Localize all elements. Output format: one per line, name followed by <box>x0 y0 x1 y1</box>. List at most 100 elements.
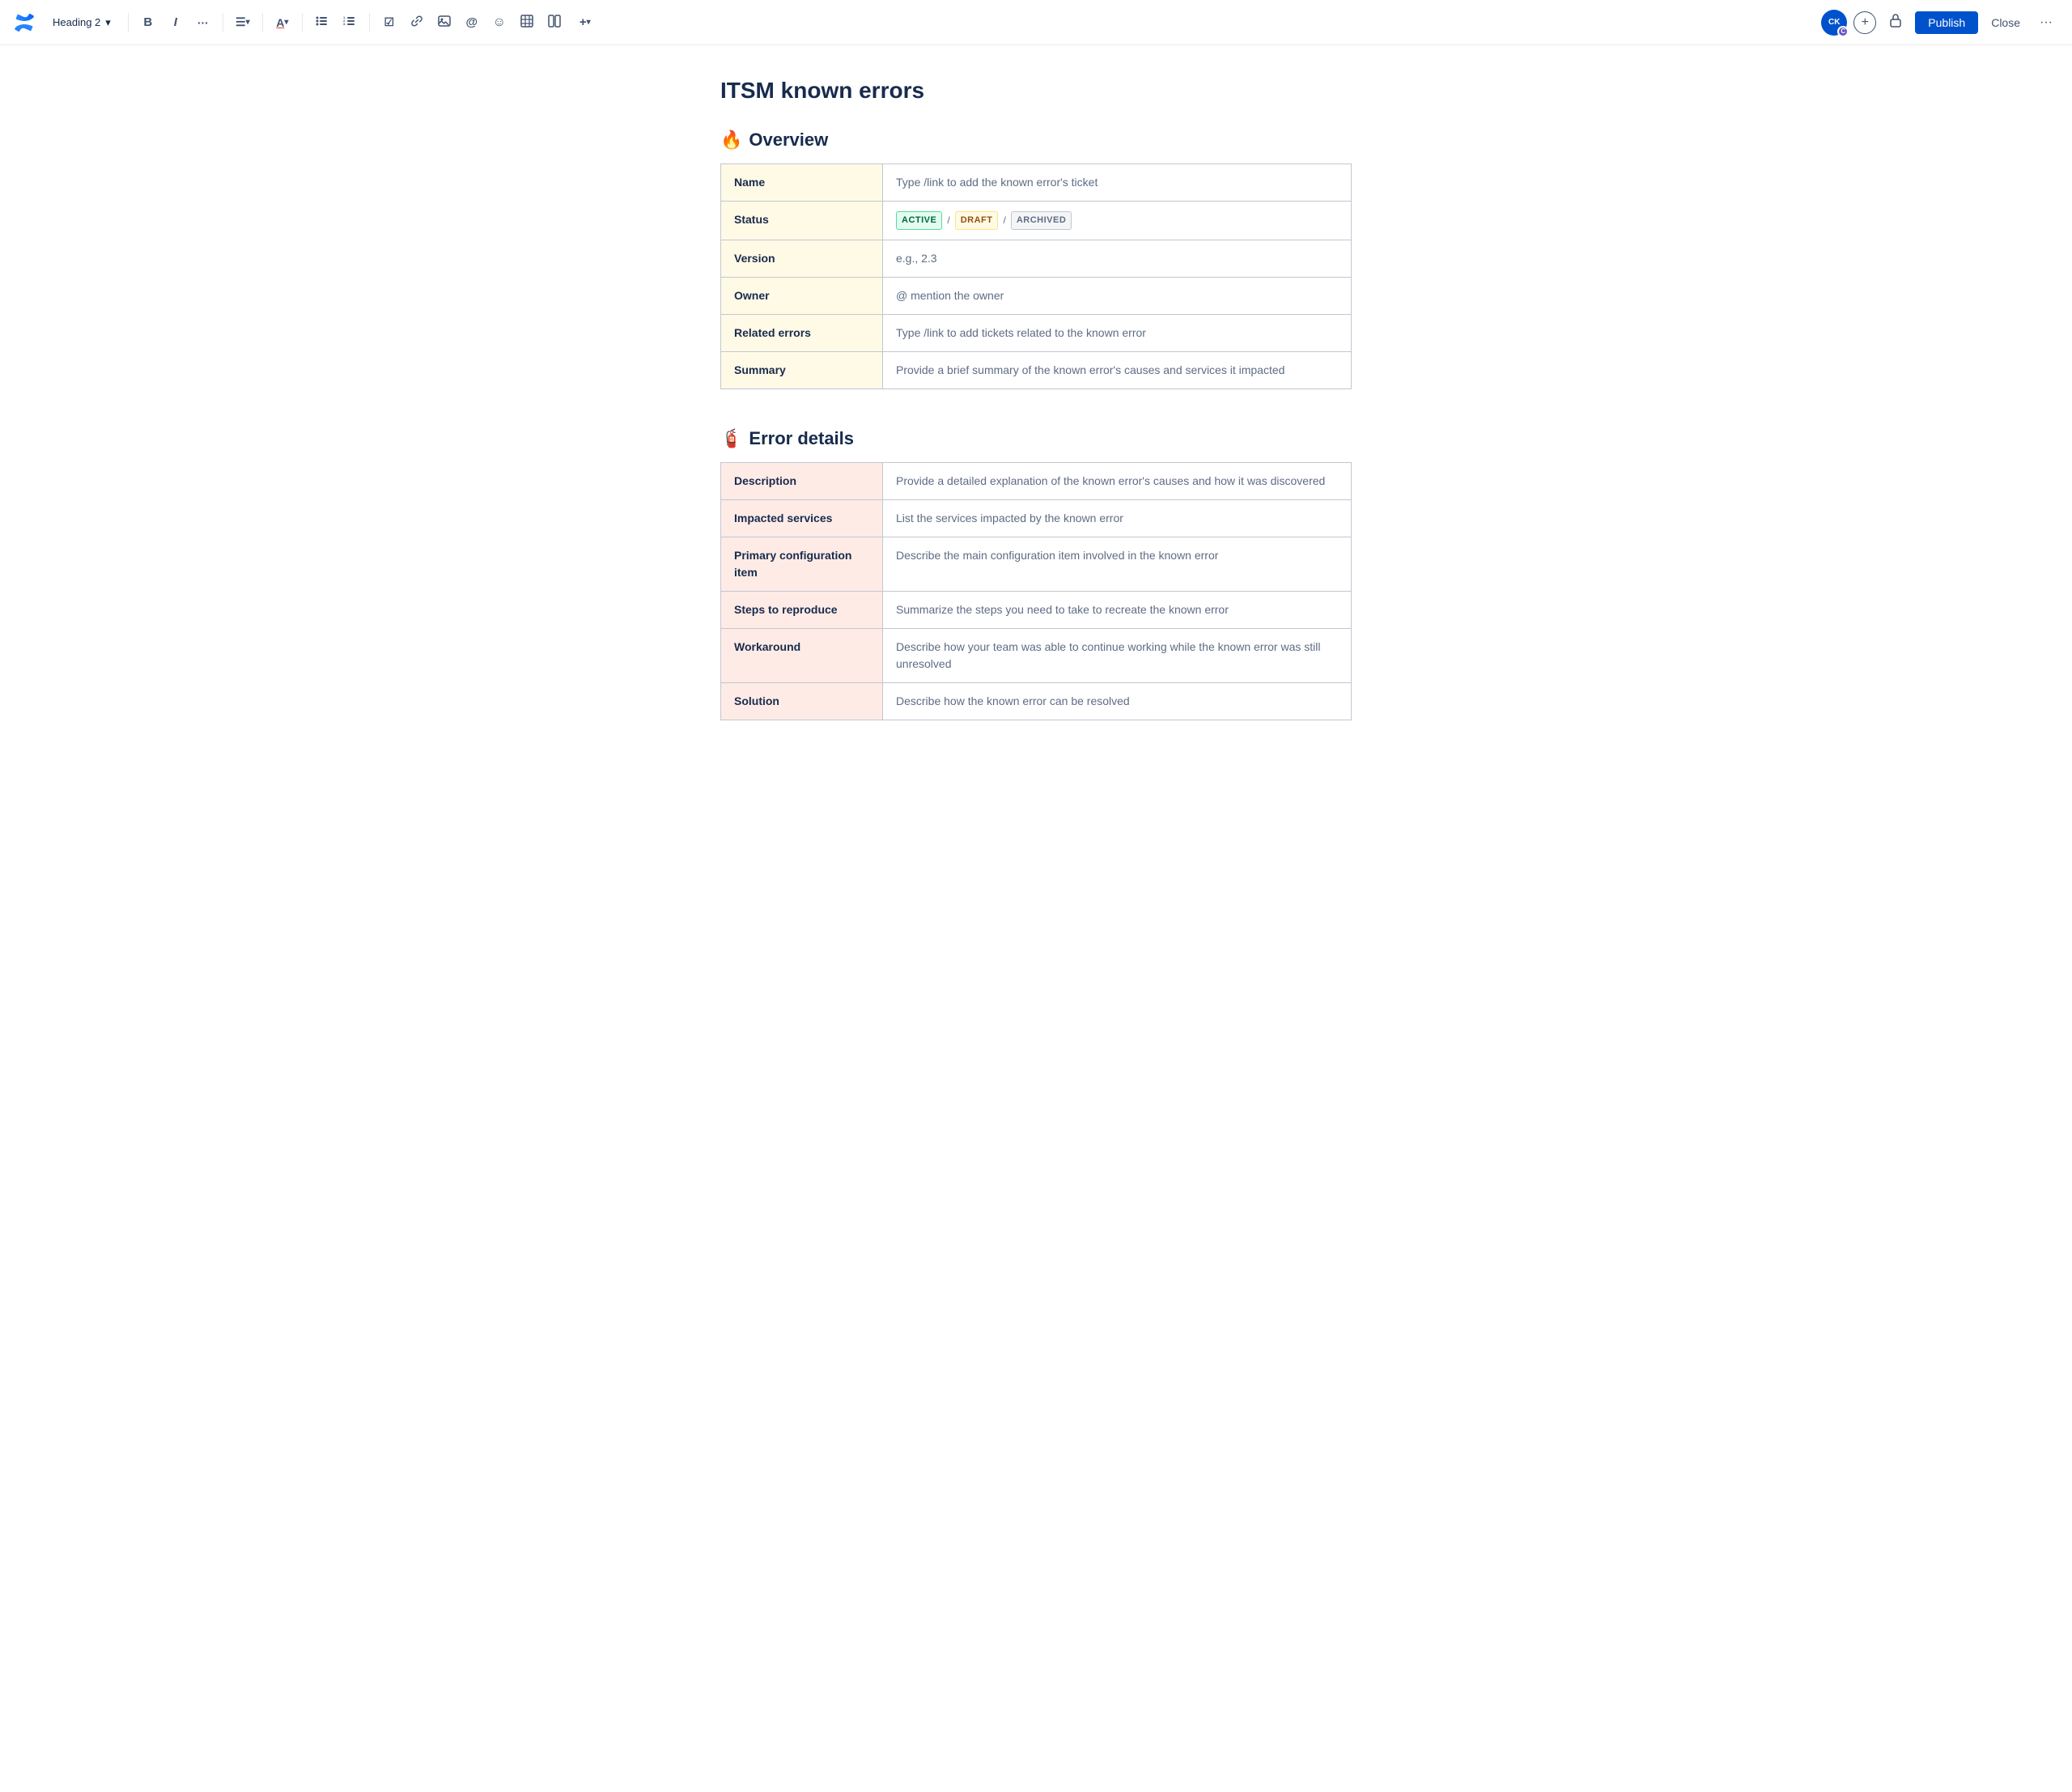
error-steps-value[interactable]: Summarize the steps you need to take to … <box>883 591 1352 628</box>
overview-section: 🔥 Overview Name Type /link to add the kn… <box>720 130 1352 389</box>
font-color-button[interactable]: A ▾ <box>270 10 295 36</box>
font-color-chevron-icon: ▾ <box>284 18 288 27</box>
image-icon <box>438 15 451 30</box>
table-row: Steps to reproduce Summarize the steps y… <box>721 591 1352 628</box>
list-group: 1. 2. 3. <box>309 10 363 36</box>
status-badges-container: ACTIVE / DRAFT / ARCHIVED <box>896 211 1338 230</box>
error-impacted-value[interactable]: List the services impacted by the known … <box>883 499 1352 537</box>
table-icon <box>520 15 533 30</box>
status-badge-draft[interactable]: DRAFT <box>955 211 999 230</box>
numbered-list-button[interactable]: 1. 2. 3. <box>337 10 363 36</box>
table-row: Impacted services List the services impa… <box>721 499 1352 537</box>
error-details-heading: 🧯 Error details <box>720 428 1352 449</box>
table-row: Description Provide a detailed explanati… <box>721 462 1352 499</box>
italic-button[interactable]: I <box>163 10 189 36</box>
task-icon: ☑ <box>384 15 395 29</box>
overview-version-value[interactable]: e.g., 2.3 <box>883 240 1352 277</box>
heading-selector[interactable]: Heading 2 ▾ <box>45 12 118 33</box>
overview-status-label: Status <box>721 202 883 240</box>
lock-icon <box>1888 13 1903 32</box>
avatar[interactable]: CK C <box>1821 10 1847 36</box>
error-steps-label: Steps to reproduce <box>721 591 883 628</box>
emoji-button[interactable]: ☺ <box>486 10 512 36</box>
error-description-value[interactable]: Provide a detailed explanation of the kn… <box>883 462 1352 499</box>
insert-group: ☑ @ ☺ <box>376 10 601 36</box>
error-config-value[interactable]: Describe the main configuration item inv… <box>883 537 1352 591</box>
table-row: Solution Describe how the known error ca… <box>721 682 1352 720</box>
overview-name-value[interactable]: Type /link to add the known error's tick… <box>883 164 1352 202</box>
image-button[interactable] <box>431 10 457 36</box>
avatar-badge: C <box>1837 26 1849 37</box>
bullet-list-button[interactable] <box>309 10 335 36</box>
add-icon: + <box>1862 16 1869 29</box>
badge-separator-2: / <box>1003 213 1005 227</box>
more-format-icon: ··· <box>197 16 209 29</box>
table-row: Summary Provide a brief summary of the k… <box>721 351 1352 389</box>
more-format-button[interactable]: ··· <box>190 10 216 36</box>
overview-summary-label: Summary <box>721 351 883 389</box>
error-workaround-value[interactable]: Describe how your team was able to conti… <box>883 628 1352 682</box>
bullet-list-icon <box>316 15 329 30</box>
close-button[interactable]: Close <box>1985 11 2027 34</box>
mention-button[interactable]: @ <box>459 10 485 36</box>
avatar-initials: CK <box>1828 18 1840 27</box>
overview-name-label: Name <box>721 164 883 202</box>
table-row: Related errors Type /link to add tickets… <box>721 314 1352 351</box>
table-row: Status ACTIVE / DRAFT / ARCHIVED <box>721 202 1352 240</box>
mention-icon: @ <box>465 15 478 29</box>
lock-button[interactable] <box>1883 10 1909 36</box>
heading-selector-label: Heading 2 <box>53 16 100 28</box>
table-row: Name Type /link to add the known error's… <box>721 164 1352 202</box>
emoji-icon: ☺ <box>493 15 506 30</box>
overview-owner-value[interactable]: @ mention the owner <box>883 277 1352 314</box>
error-details-section: 🧯 Error details Description Provide a de… <box>720 428 1352 720</box>
bold-button[interactable]: B <box>135 10 161 36</box>
overview-version-label: Version <box>721 240 883 277</box>
toolbar-divider-4 <box>302 13 303 32</box>
table-row: Workaround Describe how your team was ab… <box>721 628 1352 682</box>
table-row: Version e.g., 2.3 <box>721 240 1352 277</box>
layout-icon <box>548 15 561 30</box>
error-workaround-label: Workaround <box>721 628 883 682</box>
error-details-table: Description Provide a detailed explanati… <box>720 462 1352 720</box>
overview-summary-value[interactable]: Provide a brief summary of the known err… <box>883 351 1352 389</box>
overview-related-label: Related errors <box>721 314 883 351</box>
layout-button[interactable] <box>541 10 567 36</box>
font-color-group: A ▾ <box>270 10 295 36</box>
numbered-list-icon: 1. 2. 3. <box>343 15 356 30</box>
overview-table: Name Type /link to add the known error's… <box>720 163 1352 389</box>
add-collaborator-button[interactable]: + <box>1853 11 1876 34</box>
align-button[interactable]: ☰ ▾ <box>230 10 256 36</box>
error-impacted-label: Impacted services <box>721 499 883 537</box>
task-button[interactable]: ☑ <box>376 10 402 36</box>
toolbar: Heading 2 ▾ B I ··· ☰ ▾ A ▾ <box>0 0 2072 45</box>
svg-text:3.: 3. <box>343 22 346 26</box>
overview-related-value[interactable]: Type /link to add tickets related to the… <box>883 314 1352 351</box>
error-config-label: Primary configuration item <box>721 537 883 591</box>
align-group: ☰ ▾ <box>230 10 256 36</box>
link-button[interactable] <box>404 10 430 36</box>
error-description-label: Description <box>721 462 883 499</box>
status-badge-archived[interactable]: ARCHIVED <box>1011 211 1072 230</box>
confluence-logo[interactable] <box>13 11 36 34</box>
insert-chevron-icon: ▾ <box>587 18 591 27</box>
toolbar-divider-1 <box>128 13 129 32</box>
badge-separator-1: / <box>947 213 949 227</box>
insert-more-button[interactable]: + ▾ <box>569 10 601 36</box>
error-solution-value[interactable]: Describe how the known error can be reso… <box>883 682 1352 720</box>
toolbar-right: CK C + Publish Close ··· <box>1821 10 2059 36</box>
error-solution-label: Solution <box>721 682 883 720</box>
font-color-icon: A <box>276 16 284 29</box>
more-options-button[interactable]: ··· <box>2033 10 2059 36</box>
toolbar-divider-5 <box>369 13 370 32</box>
overview-heading: 🔥 Overview <box>720 130 1352 151</box>
publish-button[interactable]: Publish <box>1915 11 1978 34</box>
overview-owner-label: Owner <box>721 277 883 314</box>
error-details-emoji: 🧯 <box>720 428 742 449</box>
status-badge-active[interactable]: ACTIVE <box>896 211 942 230</box>
overview-status-value[interactable]: ACTIVE / DRAFT / ARCHIVED <box>883 202 1352 240</box>
overview-emoji: 🔥 <box>720 130 742 151</box>
page-title[interactable]: ITSM known errors <box>720 78 1352 104</box>
table-row: Owner @ mention the owner <box>721 277 1352 314</box>
table-button[interactable] <box>514 10 540 36</box>
